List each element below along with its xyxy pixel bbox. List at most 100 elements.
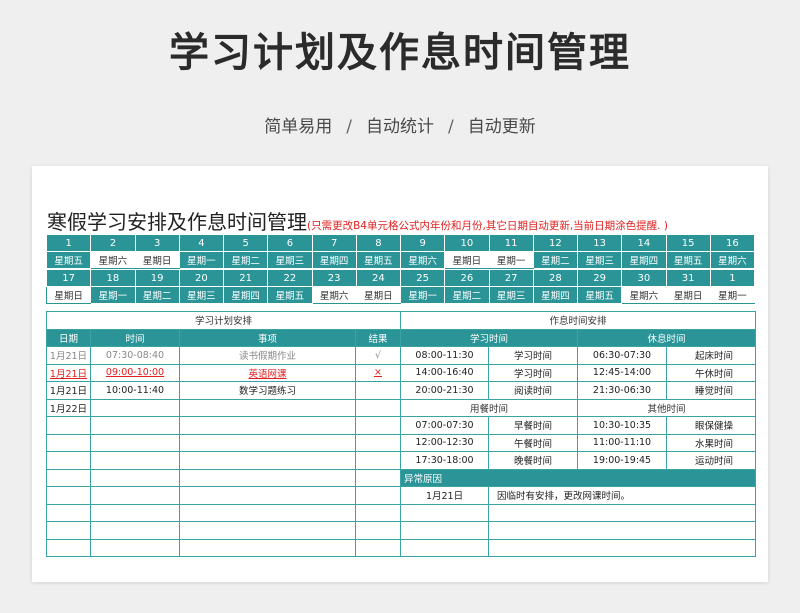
plan-time[interactable]: 10:00-11:40 — [90, 381, 180, 400]
calendar-date[interactable]: 12 — [532, 234, 579, 252]
calendar-weekday[interactable]: 星期一 — [399, 286, 446, 304]
calendar-weekday[interactable]: 星期五 — [267, 286, 313, 304]
plan-result[interactable] — [354, 398, 402, 417]
plan-date[interactable] — [46, 486, 91, 505]
plan-result[interactable] — [354, 451, 402, 470]
plan-result[interactable] — [354, 503, 402, 522]
exception-reason[interactable]: 因临时有安排，更改网课时间。 — [488, 486, 757, 505]
plan-time[interactable] — [90, 503, 180, 522]
plan-result[interactable] — [354, 433, 402, 452]
calendar-weekday[interactable]: 星期三 — [488, 286, 534, 304]
meal-time[interactable]: 17:30-18:00 — [400, 451, 490, 470]
calendar-date[interactable]: 16 — [709, 234, 756, 252]
plan-item[interactable] — [179, 486, 356, 505]
calendar-date[interactable]: 19 — [134, 269, 180, 287]
study-time[interactable]: 20:00-21:30 — [400, 381, 490, 400]
calendar-weekday[interactable]: 星期一 — [178, 251, 225, 269]
calendar-weekday[interactable]: 星期四 — [532, 286, 579, 304]
calendar-date[interactable]: 9 — [399, 234, 446, 252]
plan-result[interactable] — [354, 381, 402, 400]
calendar-date[interactable]: 28 — [532, 269, 579, 287]
plan-result[interactable] — [354, 538, 402, 557]
calendar-date[interactable]: 27 — [488, 269, 534, 287]
calendar-weekday[interactable]: 星期六 — [621, 286, 667, 304]
calendar-date[interactable]: 1 — [45, 234, 92, 252]
calendar-weekday[interactable]: 星期六 — [399, 251, 446, 269]
calendar-weekday[interactable]: 星期二 — [134, 286, 180, 304]
meal-label[interactable]: 早餐时间 — [488, 416, 579, 435]
rest-time[interactable]: 06:30-07:30 — [577, 346, 668, 365]
plan-time[interactable]: 09:00-10:00 — [90, 363, 180, 382]
calendar-weekday[interactable]: 星期五 — [355, 251, 402, 269]
exception-reason[interactable] — [488, 503, 757, 522]
plan-result[interactable]: × — [354, 363, 402, 382]
plan-item[interactable]: 数学习题练习 — [179, 381, 356, 400]
calendar-date[interactable]: 24 — [355, 269, 402, 287]
calendar-date[interactable]: 20 — [178, 269, 225, 287]
plan-time[interactable] — [90, 416, 180, 435]
calendar-date[interactable]: 3 — [134, 234, 180, 252]
exception-date[interactable] — [400, 521, 490, 540]
calendar-date[interactable]: 26 — [444, 269, 490, 287]
calendar-date[interactable]: 22 — [267, 269, 313, 287]
rest-time[interactable]: 12:45-14:00 — [577, 363, 668, 382]
plan-date[interactable] — [46, 451, 91, 470]
rest-time[interactable]: 21:30-06:30 — [577, 381, 668, 400]
calendar-date[interactable]: 8 — [355, 234, 402, 252]
plan-item[interactable] — [179, 538, 356, 557]
plan-result[interactable] — [354, 521, 402, 540]
calendar-date[interactable]: 18 — [90, 269, 136, 287]
plan-time[interactable] — [90, 451, 180, 470]
study-time[interactable]: 14:00-16:40 — [400, 363, 490, 382]
plan-date[interactable] — [46, 416, 91, 435]
calendar-weekday[interactable]: 星期六 — [90, 251, 136, 269]
plan-result[interactable] — [354, 468, 402, 487]
plan-item[interactable] — [179, 468, 356, 487]
plan-time[interactable] — [90, 538, 180, 557]
exception-date[interactable] — [400, 503, 490, 522]
calendar-weekday[interactable]: 星期四 — [621, 251, 667, 269]
calendar-date[interactable]: 30 — [621, 269, 667, 287]
plan-time[interactable] — [90, 398, 180, 417]
calendar-date[interactable]: 23 — [311, 269, 357, 287]
calendar-date[interactable]: 5 — [222, 234, 269, 252]
other-label[interactable]: 运动时间 — [666, 451, 757, 470]
calendar-weekday[interactable]: 星期三 — [576, 251, 623, 269]
plan-item[interactable]: 英语网课 — [179, 363, 356, 382]
calendar-date[interactable]: 1 — [709, 269, 756, 287]
plan-date[interactable]: 1月21日 — [46, 381, 91, 400]
calendar-weekday[interactable]: 星期三 — [178, 286, 225, 304]
plan-date[interactable] — [46, 521, 91, 540]
calendar-date[interactable]: 31 — [665, 269, 711, 287]
plan-item[interactable] — [179, 433, 356, 452]
calendar-weekday[interactable]: 星期四 — [222, 286, 269, 304]
plan-date[interactable]: 1月21日 — [46, 346, 91, 365]
calendar-date[interactable]: 2 — [90, 234, 136, 252]
plan-date[interactable]: 1月21日 — [46, 363, 91, 382]
calendar-weekday[interactable]: 星期二 — [532, 251, 579, 269]
plan-item[interactable]: 读书假期作业 — [179, 346, 356, 365]
plan-time[interactable] — [90, 433, 180, 452]
calendar-weekday[interactable]: 星期日 — [444, 251, 490, 269]
plan-time[interactable]: 07:30-08:40 — [90, 346, 180, 365]
exception-reason[interactable] — [488, 538, 757, 557]
calendar-weekday[interactable]: 星期日 — [45, 286, 92, 304]
other-label[interactable]: 眼保健操 — [666, 416, 757, 435]
plan-date[interactable]: 1月22日 — [46, 398, 91, 417]
calendar-weekday[interactable]: 星期一 — [709, 286, 756, 304]
calendar-weekday[interactable]: 星期五 — [665, 251, 711, 269]
calendar-weekday[interactable]: 星期五 — [45, 251, 92, 269]
plan-time[interactable] — [90, 521, 180, 540]
meal-time[interactable]: 07:00-07:30 — [400, 416, 490, 435]
exception-date[interactable] — [400, 538, 490, 557]
plan-item[interactable] — [179, 521, 356, 540]
calendar-weekday[interactable]: 星期二 — [222, 251, 269, 269]
plan-item[interactable] — [179, 503, 356, 522]
plan-item[interactable] — [179, 398, 356, 417]
meal-label[interactable]: 午餐时间 — [488, 433, 579, 452]
plan-item[interactable] — [179, 416, 356, 435]
calendar-date[interactable]: 25 — [399, 269, 446, 287]
calendar-date[interactable]: 15 — [665, 234, 711, 252]
plan-time[interactable] — [90, 486, 180, 505]
plan-date[interactable] — [46, 538, 91, 557]
